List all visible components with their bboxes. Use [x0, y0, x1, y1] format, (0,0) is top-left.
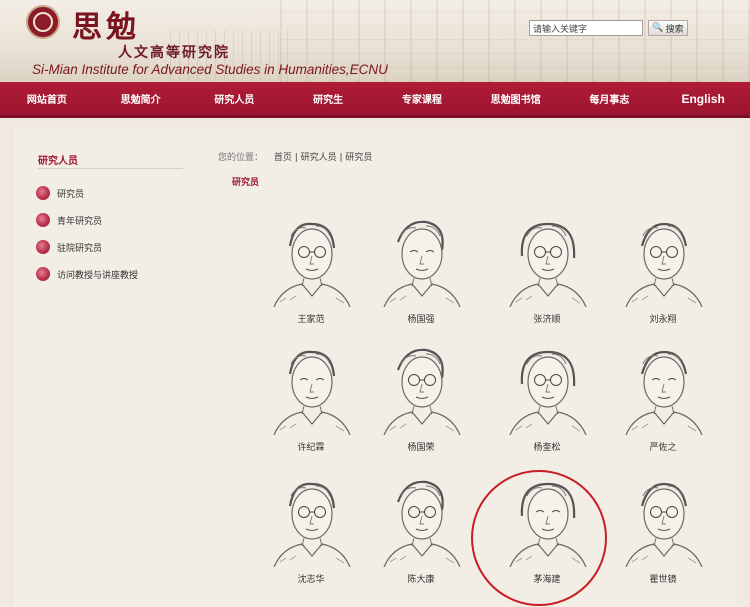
site-header: 思勉 人文高等研究院 Si-Mian Institute for Advance… [0, 0, 750, 82]
researcher-portrait[interactable] [502, 212, 592, 307]
breadcrumb-path[interactable]: 首页 | 研究人员 | 研究员 [274, 153, 373, 163]
researcher-portrait[interactable] [618, 340, 708, 435]
researcher-card[interactable]: 许纪霖 [256, 340, 366, 475]
researcher-name[interactable]: 严佐之 [608, 440, 718, 453]
search-button[interactable]: 🔍 搜索 [648, 20, 688, 36]
researcher-portrait[interactable] [376, 212, 466, 307]
researcher-name[interactable]: 张济顺 [492, 312, 602, 325]
researcher-portrait[interactable] [376, 472, 466, 567]
researcher-card[interactable]: 杨国荣 [366, 340, 476, 475]
researcher-card[interactable]: 刘永翔 [608, 212, 718, 347]
university-logo-icon[interactable] [26, 5, 60, 39]
nav-item-graduates[interactable]: 研究生 [281, 91, 375, 106]
researcher-name[interactable]: 王家范 [256, 312, 366, 325]
nav-item-monthly[interactable]: 每月事志 [563, 91, 657, 106]
sidebar-item-resident-researchers[interactable]: 驻院研究员 [36, 240, 102, 254]
researcher-name[interactable]: 杨国荣 [366, 440, 476, 453]
researcher-portrait[interactable] [376, 340, 466, 435]
main-nav: 网站首页 思勉简介 研究人员 研究生 专家课程 思勉图书馆 每月事志 Engli… [0, 82, 750, 118]
sidebar-item-label: 研究员 [57, 189, 85, 200]
bullet-icon [36, 267, 50, 281]
researcher-card[interactable]: 杨奎松 [492, 340, 602, 475]
sidebar-item-label: 访问教授与讲座教授 [57, 270, 139, 281]
researcher-card[interactable]: 沈志华 [256, 472, 366, 607]
bullet-icon [36, 240, 50, 254]
search-button-label: 搜索 [665, 24, 684, 35]
researcher-portrait[interactable] [618, 472, 708, 567]
researcher-card[interactable]: 陈大康 [366, 472, 476, 607]
site-subtitle-en: Si-Mian Institute for Advanced Studies i… [32, 62, 388, 77]
researcher-portrait[interactable] [266, 212, 356, 307]
nav-item-home[interactable]: 网站首页 [0, 91, 94, 106]
researcher-portrait[interactable] [502, 340, 592, 435]
bullet-icon [36, 213, 50, 227]
researcher-card[interactable]: 杨国强 [366, 212, 476, 347]
search-input[interactable] [529, 20, 643, 36]
researcher-portrait[interactable] [266, 340, 356, 435]
researcher-name[interactable]: 杨奎松 [492, 440, 602, 453]
breadcrumb: 您的位置： 首页 | 研究人员 | 研究员 [218, 150, 372, 163]
researcher-portrait[interactable] [266, 472, 356, 567]
nav-item-researchers[interactable]: 研究人员 [188, 91, 282, 106]
site-title-cn: 思勉 [72, 10, 140, 45]
sidebar-divider [38, 168, 183, 169]
search-icon: 🔍 [652, 23, 664, 33]
researcher-name[interactable]: 陈大康 [366, 572, 476, 585]
researcher-name[interactable]: 许纪霖 [256, 440, 366, 453]
sidebar-item-label: 驻院研究员 [57, 243, 103, 254]
sidebar-item-visiting-professors[interactable]: 访问教授与讲座教授 [36, 267, 138, 281]
researcher-name[interactable]: 瞿世镜 [608, 572, 718, 585]
sidebar-title: 研究人员 [38, 156, 78, 167]
researcher-name[interactable]: 刘永翔 [608, 312, 718, 325]
section-title: 研究员 [232, 178, 260, 188]
researcher-name[interactable]: 杨国强 [366, 312, 476, 325]
bullet-icon [36, 186, 50, 200]
researcher-card[interactable]: 张济顺 [492, 212, 602, 347]
sidebar-item-researchers[interactable]: 研究员 [36, 186, 84, 200]
nav-item-library[interactable]: 思勉图书馆 [469, 91, 563, 106]
sidebar-item-label: 青年研究员 [57, 216, 103, 227]
researcher-portrait[interactable] [618, 212, 708, 307]
researcher-card[interactable]: 瞿世镜 [608, 472, 718, 607]
highlight-circle [471, 470, 607, 606]
breadcrumb-label: 您的位置： [218, 153, 264, 163]
content-area: 研究人员 研究员 青年研究员 驻院研究员 访问教授与讲座教授 您的位置： 首页 … [14, 128, 736, 607]
researcher-card[interactable]: 严佐之 [608, 340, 718, 475]
nav-item-about[interactable]: 思勉简介 [94, 91, 188, 106]
nav-item-courses[interactable]: 专家课程 [375, 91, 469, 106]
nav-item-english[interactable]: English [656, 92, 750, 106]
site-subtitle-cn: 人文高等研究院 [118, 45, 230, 61]
researcher-card[interactable]: 王家范 [256, 212, 366, 347]
sidebar-item-young-researchers[interactable]: 青年研究员 [36, 213, 102, 227]
researcher-name[interactable]: 沈志华 [256, 572, 366, 585]
